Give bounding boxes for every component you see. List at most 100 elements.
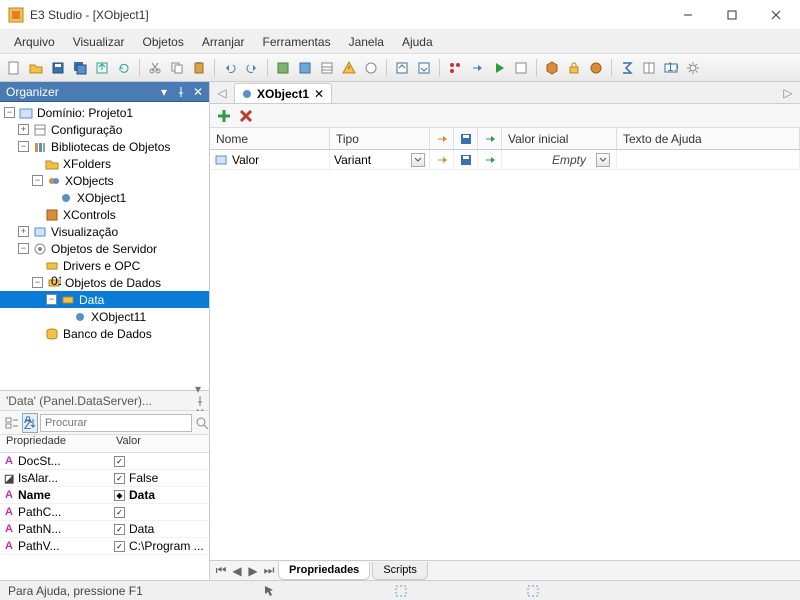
lock-icon[interactable] xyxy=(564,58,584,78)
gear-icon[interactable] xyxy=(683,58,703,78)
property-row[interactable]: APathV...✓C:\Program ... xyxy=(0,538,209,555)
menu-janela[interactable]: Janela xyxy=(341,32,392,52)
collapse-icon[interactable]: − xyxy=(18,243,29,254)
property-row[interactable]: APathC...✓ xyxy=(0,504,209,521)
col-action-a[interactable] xyxy=(430,128,454,149)
property-row[interactable]: AName◆Data xyxy=(0,487,209,504)
col-action-save[interactable] xyxy=(454,128,478,149)
col-tipo[interactable]: Tipo xyxy=(330,128,430,149)
tab-nav-left-icon[interactable]: ◁ xyxy=(214,83,230,103)
alpha-sort-icon[interactable]: AZ xyxy=(22,413,38,433)
menu-visualizar[interactable]: Visualizar xyxy=(65,32,133,52)
categorize-icon[interactable] xyxy=(4,413,20,433)
property-checkbox[interactable]: ◆ xyxy=(114,490,125,501)
property-row[interactable]: ◪IsAlar...✓False xyxy=(0,470,209,487)
cell-valor-inicial[interactable]: Empty xyxy=(552,153,586,167)
bottom-tab-propriedades[interactable]: Propriedades xyxy=(278,562,370,580)
expand-icon[interactable]: + xyxy=(18,124,29,135)
panel-menu-icon[interactable]: ▾ xyxy=(195,382,201,396)
save-all-icon[interactable] xyxy=(70,58,90,78)
tree-xcontrols[interactable]: XControls xyxy=(63,208,116,222)
tab-nav-right-icon[interactable]: ▷ xyxy=(780,83,796,103)
menu-arranjar[interactable]: Arranjar xyxy=(194,32,253,52)
paste-icon[interactable] xyxy=(189,58,209,78)
tabnav-next-icon[interactable]: ▶ xyxy=(246,563,260,579)
property-value[interactable]: C:\Program ... xyxy=(129,539,204,553)
close-button[interactable] xyxy=(754,1,798,29)
menu-ferramentas[interactable]: Ferramentas xyxy=(255,32,339,52)
tool-e-icon[interactable] xyxy=(414,58,434,78)
export-icon[interactable] xyxy=(92,58,112,78)
maximize-button[interactable] xyxy=(710,1,754,29)
property-checkbox[interactable]: ✓ xyxy=(114,524,125,535)
property-value[interactable]: Data xyxy=(129,488,155,502)
property-row[interactable]: ADocSt...✓ xyxy=(0,453,209,470)
warning-icon[interactable] xyxy=(339,58,359,78)
redo-icon[interactable] xyxy=(242,58,262,78)
tree-xobject1[interactable]: XObject1 xyxy=(77,191,126,205)
tool-b-icon[interactable] xyxy=(295,58,315,78)
dropdown-icon[interactable] xyxy=(596,153,610,167)
book-icon[interactable] xyxy=(639,58,659,78)
tab-close-icon[interactable]: ✕ xyxy=(313,88,325,100)
col-texto-ajuda[interactable]: Texto de Ajuda xyxy=(617,128,800,149)
tree-server[interactable]: Objetos de Servidor xyxy=(51,242,157,256)
tree-xfolders[interactable]: XFolders xyxy=(63,157,111,171)
sigma-icon[interactable] xyxy=(617,58,637,78)
search-input[interactable] xyxy=(40,414,192,432)
menu-objetos[interactable]: Objetos xyxy=(135,32,192,52)
collapse-icon[interactable]: − xyxy=(32,277,43,288)
property-checkbox[interactable]: ✓ xyxy=(114,456,125,467)
cell-action-save[interactable] xyxy=(454,150,478,169)
tool-a-icon[interactable] xyxy=(273,58,293,78)
sort-icon[interactable] xyxy=(392,58,412,78)
tree-viz[interactable]: Visualização xyxy=(51,225,118,239)
bottom-tab-scripts[interactable]: Scripts xyxy=(372,562,428,580)
tabnav-prev-icon[interactable]: ◀ xyxy=(230,563,244,579)
grid-row[interactable]: Valor Variant Empty xyxy=(210,150,800,170)
property-definition-grid[interactable]: Nome Tipo Valor inicial Texto de Ajuda V… xyxy=(210,128,800,560)
menu-ajuda[interactable]: Ajuda xyxy=(394,32,441,52)
tree-config[interactable]: Configuração xyxy=(51,123,122,137)
tree-drivers[interactable]: Drivers e OPC xyxy=(63,259,140,273)
save-icon[interactable] xyxy=(48,58,68,78)
cell-action-b[interactable] xyxy=(478,150,502,169)
cell-tipo[interactable]: Variant xyxy=(334,153,371,167)
tool-c-icon[interactable] xyxy=(317,58,337,78)
property-value[interactable]: False xyxy=(129,471,158,485)
tool-f-icon[interactable] xyxy=(511,58,531,78)
new-icon[interactable] xyxy=(4,58,24,78)
tree-domain[interactable]: Domínio: Projeto1 xyxy=(37,106,133,120)
organizer-tree[interactable]: −Domínio: Projeto1 +Configuração −Biblio… xyxy=(0,102,209,390)
tab-xobject1[interactable]: XObject1 ✕ xyxy=(234,83,332,103)
cell-ajuda[interactable] xyxy=(617,150,800,169)
col-nome[interactable]: Nome xyxy=(210,128,330,149)
refresh-icon[interactable] xyxy=(114,58,134,78)
cut-icon[interactable] xyxy=(145,58,165,78)
cube-icon[interactable] xyxy=(542,58,562,78)
collapse-icon[interactable]: − xyxy=(46,294,57,305)
tree-dataobjs[interactable]: Objetos de Dados xyxy=(65,276,161,290)
undo-icon[interactable] xyxy=(220,58,240,78)
expand-icon[interactable]: + xyxy=(18,226,29,237)
property-value[interactable]: Data xyxy=(129,522,154,536)
collapse-icon[interactable]: − xyxy=(32,175,43,186)
tree-data[interactable]: Data xyxy=(79,293,104,307)
tree-db[interactable]: Banco de Dados xyxy=(63,327,152,341)
property-checkbox[interactable]: ✓ xyxy=(114,541,125,552)
breakpoint-icon[interactable] xyxy=(445,58,465,78)
menu-arquivo[interactable]: Arquivo xyxy=(6,32,63,52)
tabnav-first-icon[interactable]: ⏮ xyxy=(214,563,228,579)
play-icon[interactable] xyxy=(489,58,509,78)
property-checkbox[interactable]: ✓ xyxy=(114,473,125,484)
tabnav-last-icon[interactable]: ⏭ xyxy=(262,563,276,579)
col-valor-inicial[interactable]: Valor inicial xyxy=(502,128,617,149)
col-action-b[interactable] xyxy=(478,128,502,149)
tool-g-icon[interactable] xyxy=(586,58,606,78)
cell-nome[interactable]: Valor xyxy=(232,153,259,167)
delete-row-icon[interactable] xyxy=(238,108,254,124)
tree-xobject11[interactable]: XObject11 xyxy=(91,310,146,324)
cell-action-a[interactable] xyxy=(430,150,454,169)
num-icon[interactable]: 1.0 xyxy=(661,58,681,78)
search-icon[interactable] xyxy=(194,413,210,433)
